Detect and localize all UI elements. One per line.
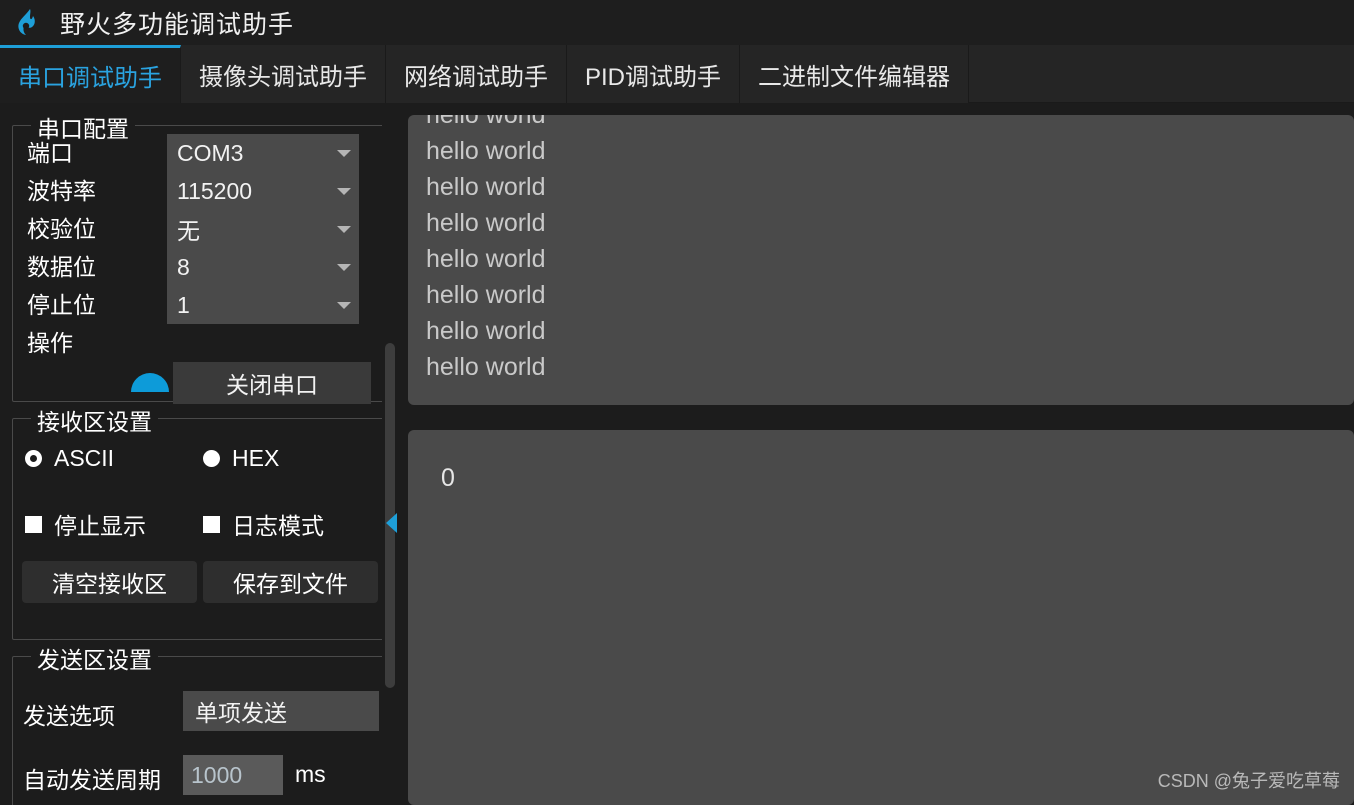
radio-hex[interactable]: HEX bbox=[203, 445, 279, 472]
left-config-panel: 串口配置 端口 波特率 校验位 数据位 停止位 操作 COM3 115200 无… bbox=[0, 103, 400, 805]
auto-period-label: 自动发送周期 bbox=[23, 767, 161, 793]
send-option-label: 发送选项 bbox=[23, 703, 115, 729]
receive-line: hello world bbox=[426, 281, 546, 309]
checkbox-stop-display[interactable]: 停止显示 bbox=[25, 507, 146, 541]
title-bar: 野火多功能调试助手 bbox=[0, 0, 1354, 45]
auto-period-input[interactable]: 1000 bbox=[183, 755, 283, 795]
send-settings-title: 发送区设置 bbox=[31, 641, 158, 675]
chevron-down-icon bbox=[337, 264, 351, 271]
baudrate-select[interactable]: 115200 bbox=[167, 172, 359, 210]
tab-bar: 串口调试助手 摄像头调试助手 网络调试助手 PID调试助手 二进制文件编辑器 bbox=[0, 45, 1354, 103]
radio-ascii-icon bbox=[25, 450, 42, 467]
receive-line: hello world bbox=[426, 317, 546, 345]
chevron-down-icon bbox=[337, 226, 351, 233]
tab-serial[interactable]: 串口调试助手 bbox=[0, 45, 181, 103]
receive-line: hello world bbox=[426, 137, 546, 165]
baudrate-select-value: 115200 bbox=[177, 177, 253, 204]
serial-config-labels: 端口 波特率 校验位 数据位 停止位 操作 bbox=[27, 134, 167, 362]
checkbox-log-mode-icon bbox=[203, 515, 220, 533]
radio-ascii-label: ASCII bbox=[54, 445, 115, 471]
serial-config-fields: COM3 115200 无 8 1 bbox=[167, 134, 359, 324]
port-select-value: COM3 bbox=[177, 139, 244, 166]
label-databits: 数据位 bbox=[27, 254, 96, 280]
receive-text-area[interactable]: hello world hello world hello world hell… bbox=[408, 115, 1354, 405]
send-option-value: 单项发送 bbox=[195, 700, 287, 726]
chevron-down-icon bbox=[337, 150, 351, 157]
label-operation: 操作 bbox=[27, 330, 73, 356]
receive-line: hello world bbox=[426, 245, 546, 273]
label-parity: 校验位 bbox=[27, 216, 96, 242]
label-baudrate: 波特率 bbox=[27, 178, 96, 204]
send-settings-group: 发送区设置 发送选项 单项发送 自动发送周期 1000 ms bbox=[12, 641, 384, 805]
radio-hex-icon bbox=[203, 450, 220, 467]
receive-line: hello world bbox=[426, 115, 546, 129]
checkbox-stop-display-icon bbox=[25, 515, 42, 533]
label-port: 端口 bbox=[27, 140, 73, 166]
receive-settings-title: 接收区设置 bbox=[31, 403, 158, 437]
parity-select[interactable]: 无 bbox=[167, 210, 359, 248]
stopbits-select[interactable]: 1 bbox=[167, 286, 359, 324]
radio-hex-label: HEX bbox=[232, 445, 280, 471]
port-select[interactable]: COM3 bbox=[167, 134, 359, 172]
serial-config-group: 串口配置 端口 波特率 校验位 数据位 停止位 操作 COM3 115200 无… bbox=[12, 110, 384, 404]
stopbits-select-value: 1 bbox=[177, 291, 190, 318]
chevron-down-icon bbox=[337, 302, 351, 309]
page-title: 野火多功能调试助手 bbox=[60, 10, 295, 39]
receive-line: hello world bbox=[426, 353, 546, 381]
receive-settings-group: 接收区设置 ASCII HEX 停止显示 日志模式 清空接收区 保存到文件 bbox=[12, 403, 384, 640]
databits-select-value: 8 bbox=[177, 253, 190, 280]
tab-bar-filler bbox=[969, 45, 1354, 103]
checkbox-stop-display-label: 停止显示 bbox=[54, 513, 146, 539]
tab-camera[interactable]: 摄像头调试助手 bbox=[181, 45, 386, 103]
receive-line: hello world bbox=[426, 173, 546, 201]
app-window: 野火多功能调试助手 串口调试助手 摄像头调试助手 网络调试助手 PID调试助手 … bbox=[0, 0, 1354, 805]
databits-select[interactable]: 8 bbox=[167, 248, 359, 286]
checkbox-log-mode-label: 日志模式 bbox=[232, 513, 324, 539]
tab-network[interactable]: 网络调试助手 bbox=[386, 45, 567, 103]
flame-icon bbox=[10, 5, 46, 41]
save-to-file-button[interactable]: 保存到文件 bbox=[203, 561, 378, 603]
receive-line: hello world bbox=[426, 209, 546, 237]
label-stopbits: 停止位 bbox=[27, 292, 96, 318]
auto-period-unit: ms bbox=[295, 761, 326, 787]
send-text-area[interactable]: 0 bbox=[408, 430, 1354, 805]
radio-ascii[interactable]: ASCII bbox=[25, 445, 114, 472]
send-text-content: 0 bbox=[441, 464, 455, 492]
left-panel-scrollbar[interactable] bbox=[382, 103, 396, 805]
panel-collapse-handle[interactable] bbox=[386, 513, 397, 533]
send-option-select[interactable]: 单项发送 bbox=[183, 691, 379, 731]
clear-receive-button[interactable]: 清空接收区 bbox=[22, 561, 197, 603]
tab-binary-editor[interactable]: 二进制文件编辑器 bbox=[740, 45, 970, 103]
checkbox-log-mode[interactable]: 日志模式 bbox=[203, 507, 324, 541]
chevron-down-icon bbox=[337, 188, 351, 195]
parity-select-value: 无 bbox=[177, 218, 200, 244]
connection-status-indicator bbox=[131, 373, 169, 392]
tab-pid[interactable]: PID调试助手 bbox=[567, 45, 741, 103]
close-serial-port-button[interactable]: 关闭串口 bbox=[173, 362, 371, 404]
